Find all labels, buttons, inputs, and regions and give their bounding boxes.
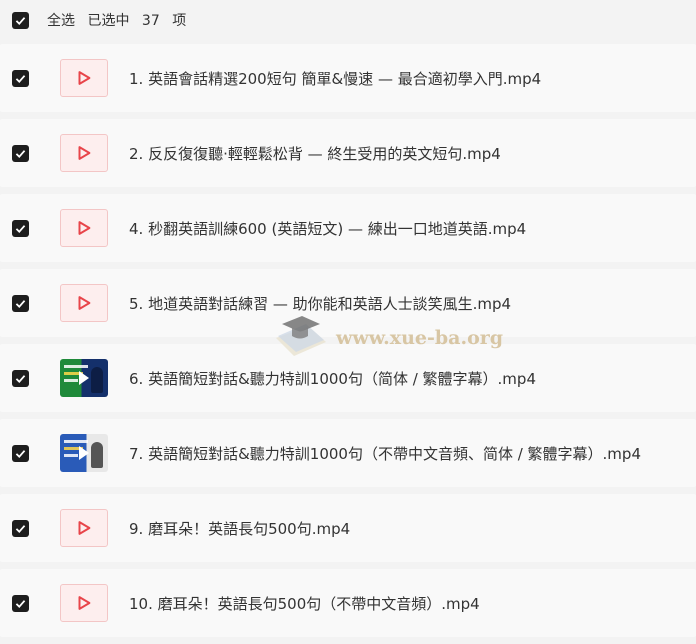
file-name[interactable]: 2. 反反復復聽·輕輕鬆松背 — 終生受用的英文短句.mp4	[129, 143, 501, 164]
check-icon	[15, 299, 26, 308]
select-all-label[interactable]: 全选	[47, 13, 75, 29]
file-name[interactable]: 7. 英語簡短對話&聽力特訓1000句（不帶中文音頻、简体 / 繁體字幕）.mp…	[129, 443, 641, 464]
file-row[interactable]: 2. 反反復復聽·輕輕鬆松背 — 終生受用的英文短句.mp4	[0, 119, 696, 187]
file-name[interactable]: 1. 英語會話精選200短句 簡單&慢速 — 最合適初學入門.mp4	[129, 68, 541, 89]
file-checkbox[interactable]	[12, 594, 29, 612]
file-checkbox[interactable]	[12, 69, 29, 87]
play-file-icon	[60, 134, 108, 172]
play-file-icon	[60, 584, 108, 622]
play-icon	[79, 371, 89, 385]
file-row[interactable]: 9. 磨耳朵！英語長句500句.mp4	[0, 494, 696, 562]
file-checkbox[interactable]	[12, 294, 29, 312]
file-checkbox[interactable]	[12, 219, 29, 237]
play-file-icon	[60, 59, 108, 97]
play-file-icon	[60, 284, 108, 322]
play-file-icon	[60, 509, 108, 547]
file-name[interactable]: 4. 秒翻英語訓練600 (英語短文) — 練出一口地道英語.mp4	[129, 218, 526, 239]
check-icon	[15, 374, 26, 383]
selected-prefix: 已选中	[87, 13, 130, 29]
file-name[interactable]: 5. 地道英語對話練習 — 助你能和英語人士談笑風生.mp4	[129, 293, 511, 314]
video-thumbnail	[60, 359, 108, 397]
file-row[interactable]: 6. 英語簡短對話&聽力特訓1000句（简体 / 繁體字幕）.mp4	[0, 344, 696, 412]
file-checkbox[interactable]	[12, 519, 29, 537]
file-list: 1. 英語會話精選200短句 簡單&慢速 — 最合適初學入門.mp4 2. 反反…	[0, 44, 696, 644]
check-icon	[15, 149, 26, 158]
check-icon	[15, 224, 26, 233]
check-icon	[15, 524, 26, 533]
file-checkbox[interactable]	[12, 369, 29, 387]
play-icon	[79, 446, 89, 460]
check-icon	[15, 449, 26, 458]
file-checkbox[interactable]	[12, 144, 29, 162]
selected-count: 37	[141, 13, 160, 29]
file-name[interactable]: 9. 磨耳朵！英語長句500句.mp4	[129, 518, 350, 539]
file-name[interactable]: 6. 英語簡短對話&聽力特訓1000句（简体 / 繁體字幕）.mp4	[129, 368, 536, 389]
file-row[interactable]: 1. 英語會話精選200短句 簡單&慢速 — 最合適初學入門.mp4	[0, 44, 696, 112]
selected-suffix: 项	[172, 13, 187, 29]
check-icon	[15, 599, 26, 608]
file-row[interactable]: 4. 秒翻英語訓練600 (英語短文) — 練出一口地道英語.mp4	[0, 194, 696, 262]
file-row[interactable]: 10. 磨耳朵！英語長句500句（不帶中文音頻）.mp4	[0, 569, 696, 637]
select-all-checkbox[interactable]	[12, 11, 29, 29]
file-row[interactable]: 5. 地道英語對話練習 — 助你能和英語人士談笑風生.mp4	[0, 269, 696, 337]
selection-summary: 全选 已选中 37 项	[47, 10, 194, 30]
check-icon	[15, 74, 26, 83]
check-icon	[15, 16, 26, 25]
play-file-icon	[60, 209, 108, 247]
video-thumbnail	[60, 434, 108, 472]
file-name[interactable]: 10. 磨耳朵！英語長句500句（不帶中文音頻）.mp4	[129, 593, 480, 614]
file-checkbox[interactable]	[12, 444, 29, 462]
select-all-bar: 全选 已选中 37 项	[0, 0, 696, 40]
file-row[interactable]: 7. 英語簡短對話&聽力特訓1000句（不帶中文音頻、简体 / 繁體字幕）.mp…	[0, 419, 696, 487]
